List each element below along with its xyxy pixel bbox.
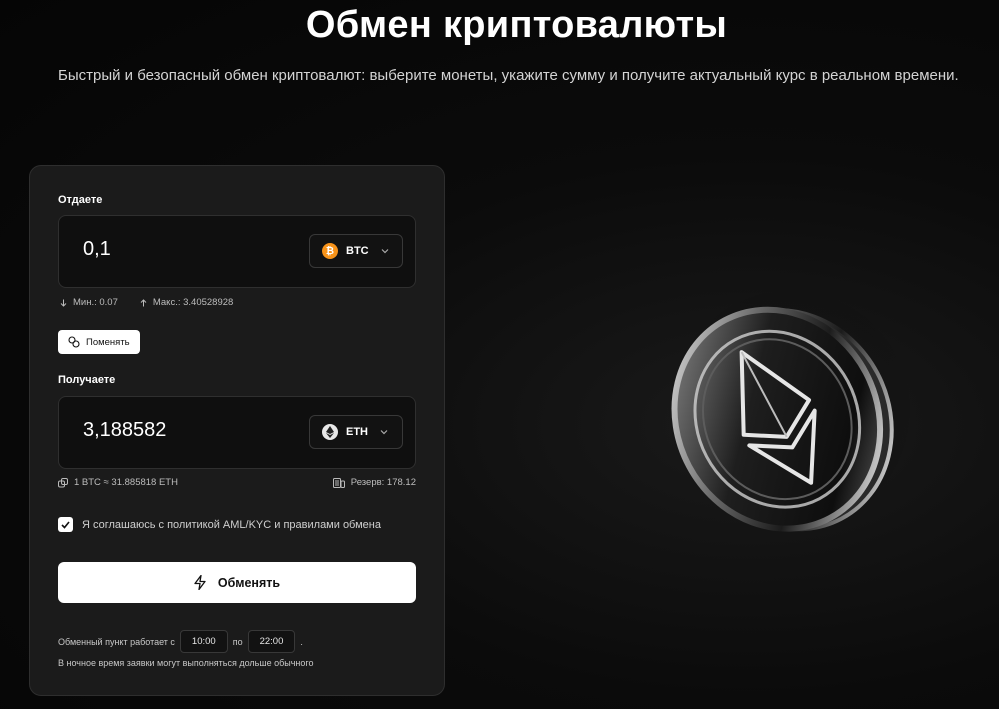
receive-coin-code: ETH xyxy=(346,426,368,438)
chevron-down-icon xyxy=(381,249,389,254)
close-time: 22:00 xyxy=(247,630,296,653)
hours-between: по xyxy=(232,636,243,647)
coins-icon xyxy=(332,477,345,488)
lightning-icon xyxy=(194,575,206,590)
agreement-checkbox[interactable] xyxy=(58,517,73,532)
give-coin-select[interactable]: ₿ BTC xyxy=(309,234,403,268)
agreement: Я соглашаюсь с политикой AML/KYC и прави… xyxy=(58,517,381,532)
ethereum-coin-illustration xyxy=(665,290,910,535)
check-icon xyxy=(61,520,70,529)
bitcoin-icon: ₿ xyxy=(322,243,338,259)
max-limit-text: Макс.: 3.40528928 xyxy=(152,297,234,308)
receive-coin-select[interactable]: ETH xyxy=(309,415,403,449)
exchange-rate-text: 1 BTC ≈ 31.885818 ETH xyxy=(74,477,178,488)
receive-label: Получаете xyxy=(58,374,116,386)
arrow-down-icon xyxy=(60,299,67,307)
give-limits: Мин.: 0.07 Макс.: 3.40528928 xyxy=(60,297,233,308)
working-hours: Обменный пункт работает с 10:00 по 22:00… xyxy=(58,630,303,653)
rate-row: 1 BTC ≈ 31.885818 ETH Резерв: 178.12 xyxy=(58,477,416,488)
agreement-text: Я соглашаюсь с политикой AML/KYC и прави… xyxy=(82,518,381,531)
link-icon xyxy=(58,477,68,487)
reserve-text: Резерв: 178.12 xyxy=(350,477,416,488)
chevron-down-icon xyxy=(380,430,388,435)
reserve: Резерв: 178.12 xyxy=(332,477,416,488)
night-note: В ночное время заявки могут выполняться … xyxy=(58,658,314,668)
swap-button[interactable]: Поменять xyxy=(58,330,140,354)
page-subtitle: Быстрый и безопасный обмен криптовалют: … xyxy=(58,67,959,84)
ethereum-icon xyxy=(322,424,338,440)
min-limit: Мин.: 0.07 xyxy=(60,297,118,308)
hours-suffix: . xyxy=(300,636,303,647)
swap-icon xyxy=(68,336,80,348)
give-label: Отдаете xyxy=(58,194,103,206)
min-limit-text: Мин.: 0.07 xyxy=(73,297,118,308)
page-title: Обмен криптовалюты xyxy=(305,4,728,46)
receive-amount-input[interactable] xyxy=(83,419,283,442)
exchange-button[interactable]: Обменять xyxy=(58,562,416,603)
exchange-rate: 1 BTC ≈ 31.885818 ETH xyxy=(58,477,178,488)
swap-button-label: Поменять xyxy=(86,336,130,348)
open-time: 10:00 xyxy=(179,630,228,653)
give-amount-input[interactable] xyxy=(83,238,283,261)
max-limit: Макс.: 3.40528928 xyxy=(140,297,233,308)
hours-prefix: Обменный пункт работает с xyxy=(58,636,175,647)
give-amount-box: ₿ BTC xyxy=(58,215,416,288)
receive-amount-box: ETH xyxy=(58,396,416,469)
arrow-up-icon xyxy=(140,298,147,306)
exchange-card: Отдаете ₿ BTC Мин.: 0.07 Макс.: 3.405289… xyxy=(29,165,445,696)
exchange-button-label: Обменять xyxy=(217,575,281,590)
give-coin-code: BTC xyxy=(346,245,369,257)
